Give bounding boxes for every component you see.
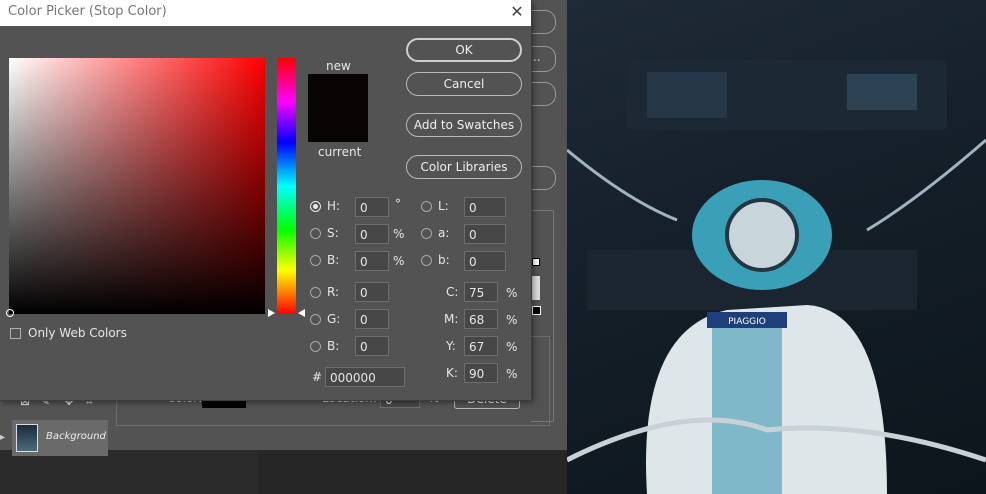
layer-row[interactable]: Background <box>12 420 108 456</box>
hue-slider-handle-right[interactable] <box>298 309 305 317</box>
radio-s[interactable] <box>310 228 321 239</box>
k-field[interactable]: 90 <box>464 363 498 383</box>
color-picker-dialog: Color Picker (Stop Color) ✕ new current … <box>0 0 531 400</box>
y-label: Y: <box>446 339 456 353</box>
color-field[interactable] <box>9 58 265 314</box>
c-unit: % <box>506 286 518 300</box>
hidden-button-1[interactable] <box>531 10 556 34</box>
c-label: C: <box>446 285 459 299</box>
r-field[interactable]: 0 <box>355 282 389 302</box>
hue-slider-handle-left[interactable] <box>268 309 275 317</box>
stop-marker-top[interactable] <box>532 258 540 266</box>
y-unit: % <box>506 340 518 354</box>
rgb-b-label: B: <box>327 339 340 353</box>
r-label: R: <box>327 285 340 299</box>
add-to-swatches-button[interactable]: Add to Swatches <box>406 113 522 137</box>
h-label: H: <box>327 199 341 213</box>
close-icon[interactable]: ✕ <box>508 1 526 23</box>
dialog-title: Color Picker (Stop Color) <box>8 4 167 19</box>
layer-name: Background <box>46 431 106 442</box>
radio-l[interactable] <box>421 201 432 212</box>
radio-b[interactable] <box>310 255 321 266</box>
gradient-strip <box>532 276 540 300</box>
only-web-colors-label: Only Web Colors <box>28 326 127 340</box>
l-field[interactable]: 0 <box>464 197 506 217</box>
lab-b-label: b: <box>438 253 450 267</box>
b-label: B: <box>327 253 340 267</box>
h-unit: ° <box>395 197 401 211</box>
only-web-colors-checkbox[interactable] <box>10 328 21 339</box>
a-field[interactable]: 0 <box>464 224 506 244</box>
hidden-button-3[interactable] <box>531 82 556 106</box>
k-unit: % <box>506 367 518 381</box>
radio-rgb-b[interactable] <box>310 341 321 352</box>
canvas-photo: PIAGGIO <box>567 0 986 494</box>
stop-marker-bottom[interactable] <box>532 306 541 315</box>
radio-g[interactable] <box>310 314 321 325</box>
m-label: M: <box>444 312 459 326</box>
radio-a[interactable] <box>421 228 432 239</box>
layer-expand-icon[interactable]: ▸ <box>0 432 5 443</box>
new-color-swatch <box>308 74 368 142</box>
radio-lab-b[interactable] <box>421 255 432 266</box>
rgb-b-field[interactable]: 0 <box>355 336 389 356</box>
s-field[interactable]: 0 <box>355 224 389 244</box>
scooter-image: PIAGGIO <box>567 60 986 494</box>
k-label: K: <box>446 366 458 380</box>
hex-label: # <box>312 370 323 384</box>
badge-text: PIAGGIO <box>728 317 766 327</box>
l-label: L: <box>438 199 449 213</box>
b-unit: % <box>393 254 405 268</box>
hex-field[interactable]: 000000 <box>325 367 405 387</box>
h-field[interactable]: 0 <box>355 197 389 217</box>
s-label: S: <box>327 226 339 240</box>
new-label: new <box>326 59 351 73</box>
g-label: G: <box>327 312 341 326</box>
y-field[interactable]: 67 <box>464 336 498 356</box>
canvas-dark-area <box>258 450 567 494</box>
c-field[interactable]: 75 <box>464 282 498 302</box>
a-label: a: <box>438 226 450 240</box>
color-libraries-button[interactable]: Color Libraries <box>406 155 522 179</box>
b-field[interactable]: 0 <box>355 251 389 271</box>
color-field-cursor[interactable] <box>6 309 14 317</box>
hue-slider[interactable] <box>277 58 296 314</box>
hidden-button-4[interactable] <box>531 166 556 190</box>
g-field[interactable]: 0 <box>355 309 389 329</box>
lab-b-field[interactable]: 0 <box>464 251 506 271</box>
radio-h[interactable] <box>310 201 321 212</box>
current-label: current <box>318 145 362 159</box>
m-unit: % <box>506 313 518 327</box>
hidden-button-2[interactable]: .. <box>531 46 556 72</box>
m-field[interactable]: 68 <box>464 309 498 329</box>
layer-thumbnail <box>16 424 38 452</box>
radio-r[interactable] <box>310 287 321 298</box>
s-unit: % <box>393 227 405 241</box>
ok-button[interactable]: OK <box>406 38 522 62</box>
cancel-button[interactable]: Cancel <box>406 72 522 96</box>
